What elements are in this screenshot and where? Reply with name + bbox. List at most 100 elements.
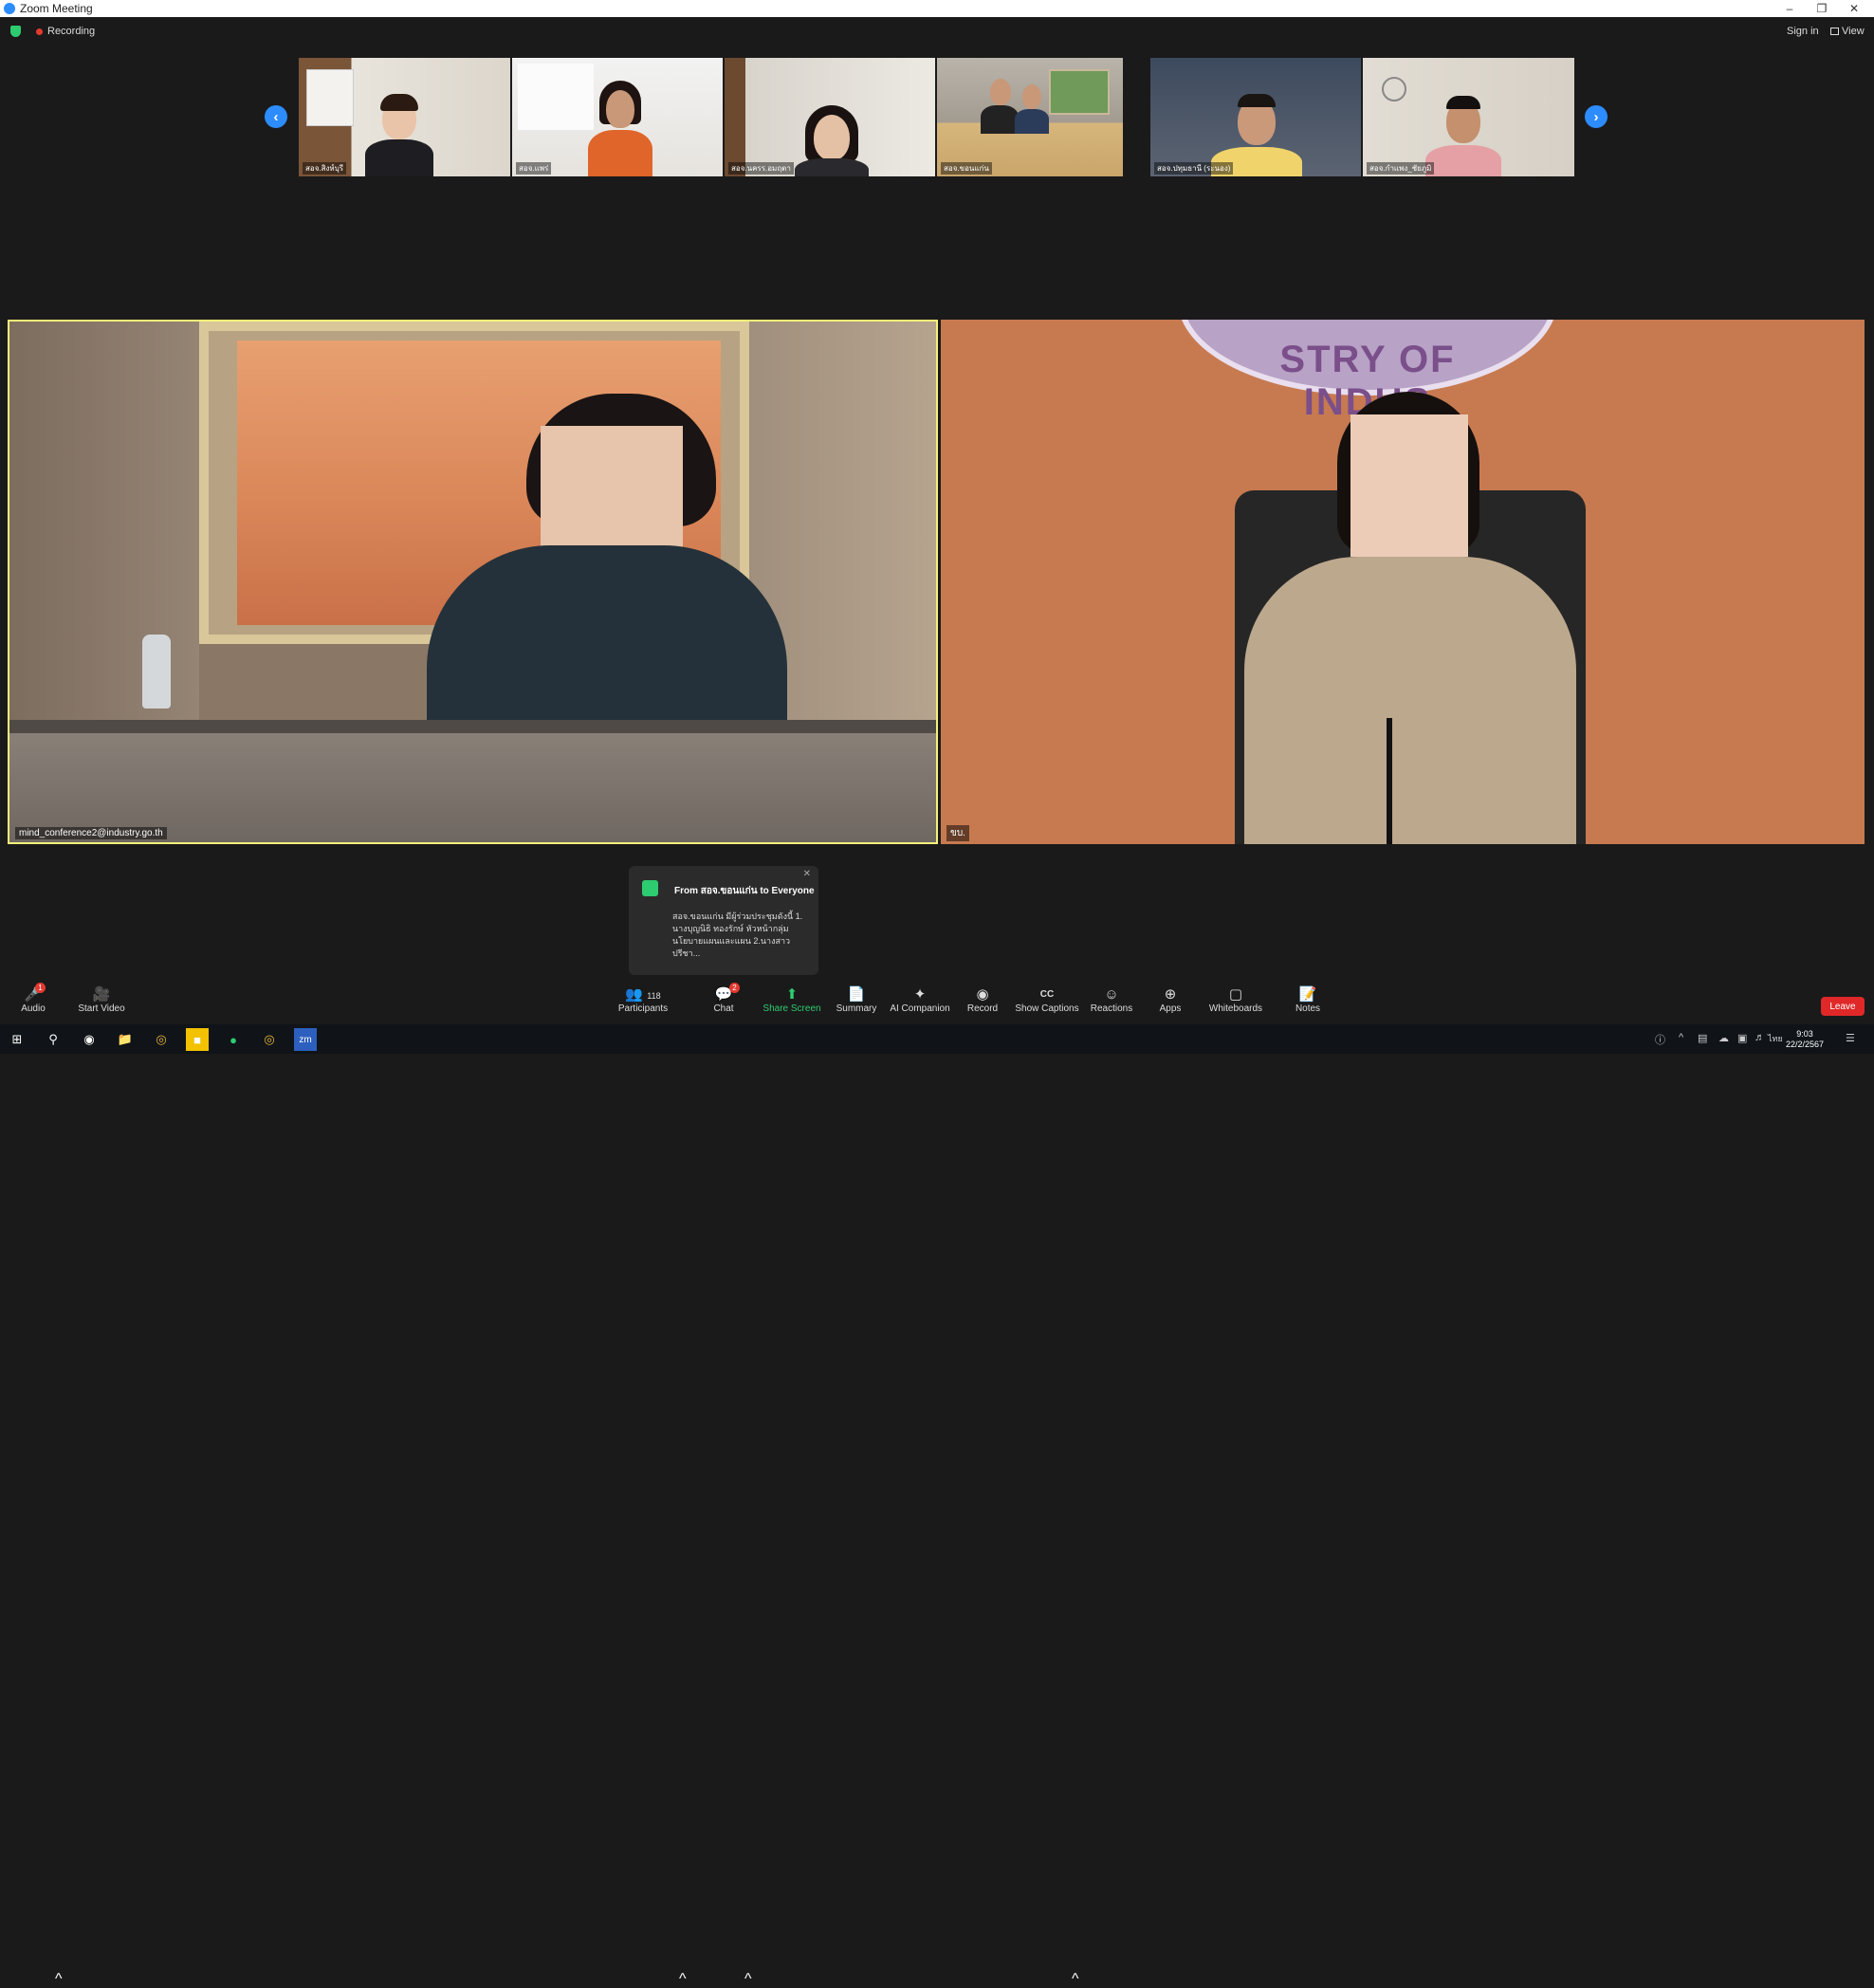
wall-fan <box>1382 77 1406 101</box>
participant-thumbnail[interactable]: สอจ.ขอนแก่น <box>937 58 1123 176</box>
sticky-notes-icon[interactable]: ■ <box>186 1028 209 1051</box>
close-icon[interactable]: ✕ <box>1840 0 1868 17</box>
input-language[interactable]: ไทย <box>1768 1032 1783 1045</box>
participant-hair <box>1238 94 1276 107</box>
apps-button[interactable]: ⊕ Apps <box>1134 986 1206 1014</box>
audio-badge: 1 <box>35 983 46 993</box>
summary-icon: 📄 <box>847 986 866 1003</box>
summary-button[interactable]: 📄 Summary <box>820 986 892 1014</box>
participant-hair <box>380 94 418 111</box>
window-titlebar: Zoom Meeting – ❐ ✕ <box>0 0 1874 17</box>
captions-caret-icon[interactable]: ^ <box>1072 1971 1079 1988</box>
participant-name: สอจ.ปทุมธานี (ระนอง) <box>1154 162 1234 175</box>
recording-dot-icon <box>36 28 43 35</box>
participant-name: สอจ.นครร.อมฤตา <box>728 162 794 175</box>
ai-companion-button[interactable]: ✦ AI Companion <box>884 986 956 1014</box>
volume-icon[interactable]: ♬ <box>1755 1032 1765 1043</box>
participant-body <box>1015 109 1049 134</box>
cloud-icon[interactable]: ☁ <box>1718 1032 1729 1044</box>
participants-caret-icon[interactable]: ^ <box>679 1971 687 1988</box>
tray-expand-icon[interactable]: ^ <box>1679 1032 1683 1043</box>
water-bottle <box>142 635 171 709</box>
speaker-name-label: mind_conference2@industry.go.th <box>15 827 167 839</box>
wall-poster <box>1049 69 1110 115</box>
meeting-topbar: Recording Sign in View <box>0 17 1874 46</box>
windows-start-icon[interactable]: ⊞ <box>6 1028 28 1051</box>
display-icon[interactable]: ▣ <box>1737 1032 1747 1044</box>
video-off-icon: 🎥 <box>92 986 111 1003</box>
show-captions-button[interactable]: CC Show Captions <box>1011 986 1083 1014</box>
participant-hair <box>1446 96 1480 109</box>
participant-name-label: ขบ. <box>946 825 969 841</box>
chat-button[interactable]: 💬 2 Chat <box>688 983 760 1014</box>
record-icon: ◉ <box>976 986 989 1003</box>
whiteboard-bg <box>306 69 354 126</box>
previous-page-arrow-icon[interactable]: ‹ <box>265 105 287 128</box>
windows-taskbar: ⊞ ⚲ ◉ 📁 ◎ ■ ● ◎ zm ⓘ ^ ▤ ☁ ▣ ♬ ไทย 9:03 … <box>0 1024 1874 1054</box>
share-screen-button[interactable]: ⬆ Share Screen <box>756 986 828 1014</box>
leave-button[interactable]: Leave <box>1821 997 1865 1016</box>
microphone-stand <box>1387 718 1392 844</box>
participant-name: สอจ.แพร่ <box>516 162 552 175</box>
active-speaker-video[interactable]: mind_conference2@industry.go.th <box>8 320 938 844</box>
notifications-icon[interactable]: ☰ <box>1846 1032 1855 1044</box>
file-explorer-icon[interactable]: 📁 <box>114 1028 137 1051</box>
close-chat-popup-icon[interactable]: ✕ <box>803 869 811 879</box>
chat-from: From สอจ.ขอนแก่น to Everyone <box>674 886 815 896</box>
official-uniform <box>1244 557 1576 844</box>
audio-button[interactable]: 🎤 1 Audio <box>0 983 69 1014</box>
participant-head <box>814 115 850 160</box>
next-page-arrow-icon[interactable]: › <box>1585 105 1608 128</box>
sign-in-link[interactable]: Sign in <box>1787 26 1819 37</box>
participant-name: สอจ.สิงห์บุรี <box>303 162 347 175</box>
participant-body <box>588 130 652 176</box>
chrome-profile-icon[interactable]: ◎ <box>258 1028 281 1051</box>
participants-count: 118 <box>647 991 661 1001</box>
minimize-icon[interactable]: – <box>1775 0 1804 17</box>
apps-icon: ⊕ <box>1164 986 1177 1003</box>
microphone-icon: 🎤 1 <box>0 983 69 1003</box>
chat-caret-icon[interactable]: ^ <box>744 1971 752 1988</box>
notes-button[interactable]: 📝 Notes <box>1272 986 1344 1014</box>
participants-button[interactable]: 👥 118 Participants <box>607 986 679 1014</box>
participant-thumbnail[interactable]: สอจ.ปทุมธานี (ระนอง) <box>1150 58 1361 176</box>
restore-icon[interactable]: ❐ <box>1808 0 1836 17</box>
participants-icon: 👥 118 <box>625 986 661 1003</box>
chat-notification-popup[interactable]: ✕ From สอจ.ขอนแก่น to Everyone สอจ.ขอนแก… <box>629 866 818 975</box>
help-icon[interactable]: ⓘ <box>1655 1032 1665 1047</box>
record-button[interactable]: ◉ Record <box>946 986 1019 1014</box>
notes-icon: 📝 <box>1298 986 1317 1003</box>
participant-video[interactable]: STRY OF INDUS ขบ. <box>941 320 1865 844</box>
recording-label[interactable]: Recording <box>47 26 95 37</box>
window-title: Zoom Meeting <box>20 2 93 15</box>
chat-badge: 2 <box>729 983 740 993</box>
chat-message: สอจ.ขอนแก่น มีผู้ร่วมประชุมดังนี้ 1. นาง… <box>672 911 803 958</box>
taskbar-clock[interactable]: 9:03 22/2/2567 <box>1786 1029 1824 1050</box>
zoom-taskbar-icon[interactable]: zm <box>294 1028 317 1051</box>
table-edge <box>9 720 936 733</box>
task-view-icon[interactable]: ◉ <box>78 1028 101 1051</box>
official-face <box>1350 414 1468 557</box>
participant-thumbnail[interactable]: สอจ.นครร.อมฤตา <box>725 58 935 176</box>
sender-avatar <box>642 880 658 896</box>
participant-name: สอจ.ขอนแก่น <box>941 162 992 175</box>
search-icon[interactable]: ⚲ <box>42 1028 64 1051</box>
zoom-app-icon <box>4 3 15 14</box>
line-app-icon[interactable]: ● <box>222 1028 245 1051</box>
participant-thumbnail[interactable]: สอจ.แพร่ <box>512 58 723 176</box>
start-video-button[interactable]: 🎥 Start Video <box>65 986 138 1014</box>
participant-thumbnail[interactable]: สอจ.สิงห์บุรี <box>299 58 510 176</box>
participant-thumbnail[interactable]: สอจ.กำแพง_ชัยภูมิ <box>1363 58 1574 176</box>
participant-face <box>606 90 634 128</box>
whiteboards-button[interactable]: ▢ Whiteboards <box>1200 986 1272 1014</box>
participant-body <box>1425 145 1501 176</box>
chrome-icon[interactable]: ◎ <box>150 1028 173 1051</box>
sparkle-icon: ✦ <box>913 986 927 1003</box>
audio-options-caret-icon[interactable]: ^ <box>55 1971 63 1988</box>
view-button[interactable]: View <box>1830 26 1865 37</box>
grid-view-icon <box>1830 28 1839 35</box>
network-icon[interactable]: ▤ <box>1698 1032 1707 1044</box>
security-shield-icon[interactable] <box>10 26 21 37</box>
window-bg <box>518 64 594 130</box>
share-screen-icon: ⬆ <box>785 986 799 1003</box>
